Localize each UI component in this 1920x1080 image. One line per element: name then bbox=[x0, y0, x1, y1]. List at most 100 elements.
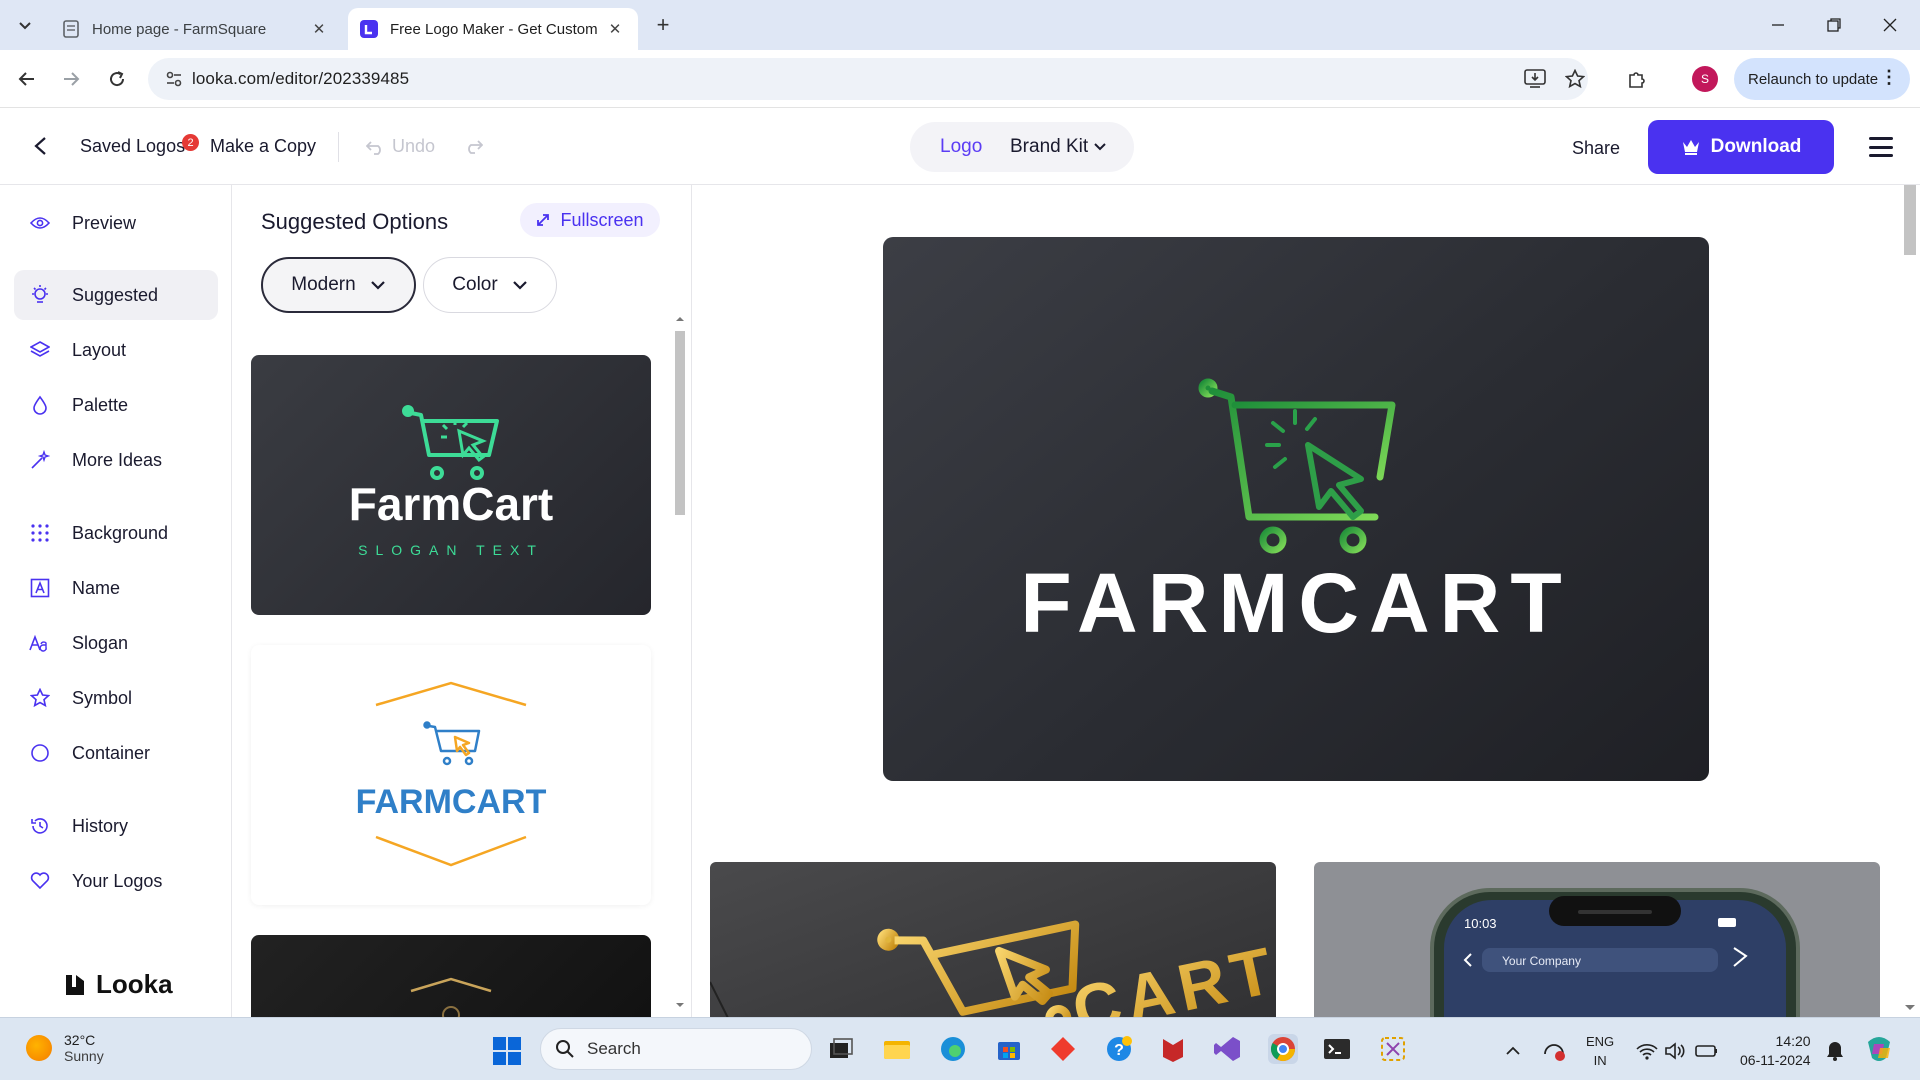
back-button[interactable] bbox=[26, 132, 54, 160]
sidebar-item-name[interactable]: Name bbox=[14, 563, 218, 613]
notification-bell-icon[interactable] bbox=[1820, 1036, 1850, 1066]
taskbar-search[interactable]: Search bbox=[540, 1028, 812, 1070]
redo-button[interactable] bbox=[462, 134, 486, 158]
sidebar-item-slogan[interactable]: Slogan bbox=[14, 618, 218, 668]
sidebar-item-layout[interactable]: Layout bbox=[14, 325, 218, 375]
sidebar-item-symbol[interactable]: Symbol bbox=[14, 673, 218, 723]
brand-kit-label: Brand Kit bbox=[1010, 136, 1089, 157]
suggestions-panel: Suggested Options Fullscreen Modern Colo… bbox=[232, 185, 692, 1017]
undo-button[interactable]: Undo bbox=[366, 136, 435, 157]
editor-sidebar: Preview Suggested Layout Palette More Id… bbox=[0, 185, 232, 1017]
fullscreen-button[interactable]: Fullscreen bbox=[520, 203, 660, 237]
wifi-icon[interactable] bbox=[1632, 1036, 1662, 1066]
logo-option-card[interactable]: FarmCart SLOGAN TEXT bbox=[251, 355, 651, 615]
close-icon[interactable]: ✕ bbox=[308, 18, 330, 40]
make-copy-link[interactable]: Make a Copy bbox=[210, 136, 316, 157]
relaunch-button[interactable]: Relaunch to update ⋮ bbox=[1734, 58, 1910, 100]
share-button[interactable]: Share bbox=[1572, 138, 1620, 159]
terminal-icon[interactable] bbox=[1322, 1034, 1352, 1064]
mockup-business-card[interactable]: CART bbox=[710, 862, 1276, 1017]
anydesk-icon[interactable] bbox=[1048, 1034, 1078, 1064]
restore-button[interactable] bbox=[1814, 10, 1854, 40]
bookmark-star-icon[interactable] bbox=[1562, 66, 1588, 92]
sidebar-item-suggested[interactable]: Suggested bbox=[14, 270, 218, 320]
copilot-icon[interactable] bbox=[1864, 1034, 1894, 1064]
panel-scrollbar[interactable] bbox=[672, 305, 688, 1017]
visual-studio-icon[interactable] bbox=[1212, 1034, 1242, 1064]
start-button[interactable] bbox=[492, 1036, 522, 1066]
minimize-button[interactable] bbox=[1758, 10, 1798, 40]
help-app-icon[interactable]: ? bbox=[1104, 1034, 1134, 1064]
microsoft-store-icon[interactable] bbox=[994, 1034, 1024, 1064]
task-view-icon[interactable] bbox=[826, 1034, 856, 1064]
style-filter-dropdown[interactable]: Modern bbox=[261, 257, 416, 313]
menu-button[interactable] bbox=[1866, 134, 1896, 160]
battery-icon[interactable] bbox=[1692, 1036, 1722, 1066]
phone-time: 10:03 bbox=[1464, 916, 1497, 931]
network-alert-icon[interactable] bbox=[1540, 1036, 1570, 1066]
scrollbar-thumb[interactable] bbox=[1904, 185, 1916, 255]
volume-icon[interactable] bbox=[1660, 1036, 1690, 1066]
system-clock[interactable]: 14:20 06-11-2024 bbox=[1740, 1032, 1811, 1070]
tab-search-button[interactable] bbox=[10, 10, 40, 40]
chrome-icon[interactable] bbox=[1268, 1034, 1298, 1064]
looka-mark-icon bbox=[66, 974, 84, 995]
undo-label: Undo bbox=[392, 136, 436, 156]
drop-icon bbox=[28, 393, 52, 417]
layers-icon bbox=[28, 338, 52, 362]
tab-brand-kit[interactable]: Brand Kit bbox=[1010, 136, 1106, 158]
new-tab-button[interactable]: + bbox=[650, 12, 676, 38]
canvas-scrollbar[interactable] bbox=[1900, 185, 1920, 1017]
download-button[interactable]: Download bbox=[1648, 120, 1834, 174]
tab-logo[interactable]: Logo bbox=[940, 136, 982, 158]
scrollbar-thumb[interactable] bbox=[675, 331, 685, 515]
browser-tab-farmsquare[interactable]: Home page - FarmSquare ✕ bbox=[50, 8, 342, 50]
close-window-button[interactable] bbox=[1870, 10, 1910, 40]
back-button[interactable] bbox=[12, 64, 42, 94]
install-app-icon[interactable] bbox=[1522, 66, 1548, 92]
sidebar-item-palette[interactable]: Palette bbox=[14, 380, 218, 430]
sidebar-item-your-logos[interactable]: Your Logos bbox=[14, 856, 218, 906]
looka-logo[interactable]: Looka bbox=[62, 969, 173, 1000]
logo-option-card[interactable] bbox=[251, 935, 651, 1017]
browser-tab-looka[interactable]: Free Logo Maker - Get Custom ✕ bbox=[348, 8, 638, 50]
taskbar-search-label: Search bbox=[587, 1039, 641, 1058]
sidebar-item-label: Layout bbox=[72, 339, 127, 360]
file-explorer-icon[interactable] bbox=[882, 1034, 912, 1064]
saved-logos-link[interactable]: Saved Logos bbox=[80, 136, 185, 157]
extensions-puzzle-icon[interactable] bbox=[1624, 66, 1650, 92]
editor-header: Saved Logos Make a Copy Undo Logo Brand … bbox=[0, 108, 1920, 185]
sidebar-item-history[interactable]: History bbox=[14, 801, 218, 851]
expand-icon bbox=[537, 214, 550, 226]
brand-name: Looka bbox=[96, 969, 173, 999]
weather-widget[interactable]: 32°C Sunny bbox=[26, 1032, 104, 1064]
sidebar-item-more-ideas[interactable]: More Ideas bbox=[14, 435, 218, 485]
chevron-down-icon bbox=[1094, 143, 1106, 151]
sidebar-item-container[interactable]: Container bbox=[14, 728, 218, 778]
view-switcher: Logo Brand Kit bbox=[910, 122, 1134, 172]
sidebar-item-preview[interactable]: Preview bbox=[14, 198, 218, 248]
edge-browser-icon[interactable] bbox=[938, 1034, 968, 1064]
close-icon[interactable]: ✕ bbox=[604, 18, 626, 40]
language-indicator[interactable]: ENG IN bbox=[1586, 1032, 1614, 1070]
sidebar-item-background[interactable]: Background bbox=[14, 508, 218, 558]
sidebar-item-label: Slogan bbox=[72, 632, 129, 653]
reload-button[interactable] bbox=[102, 64, 132, 94]
site-settings-icon[interactable] bbox=[156, 58, 192, 100]
profile-avatar[interactable]: S bbox=[1692, 66, 1718, 92]
chevron-up-icon[interactable] bbox=[1498, 1036, 1528, 1066]
browser-tabstrip: Home page - FarmSquare ✕ Free Logo Maker… bbox=[0, 0, 1920, 50]
color-filter-dropdown[interactable]: Color bbox=[423, 257, 557, 313]
sidebar-item-label: History bbox=[72, 815, 129, 836]
mockup-phone[interactable]: 10:03 Your Company bbox=[1314, 862, 1880, 1017]
arrow-right-icon bbox=[64, 72, 80, 86]
address-bar[interactable]: looka.com/editor/202339485 bbox=[148, 58, 1588, 100]
main-logo-preview[interactable]: FARMCART bbox=[883, 237, 1709, 781]
document-icon bbox=[62, 20, 80, 38]
logo-option-card[interactable]: FARMCART bbox=[251, 645, 651, 905]
forward-button[interactable] bbox=[56, 64, 86, 94]
mcafee-icon[interactable] bbox=[1158, 1034, 1188, 1064]
language-line-1: ENG bbox=[1586, 1034, 1615, 1049]
snipping-tool-icon[interactable] bbox=[1378, 1034, 1408, 1064]
mockup-logo-text: CART bbox=[1066, 932, 1276, 1017]
